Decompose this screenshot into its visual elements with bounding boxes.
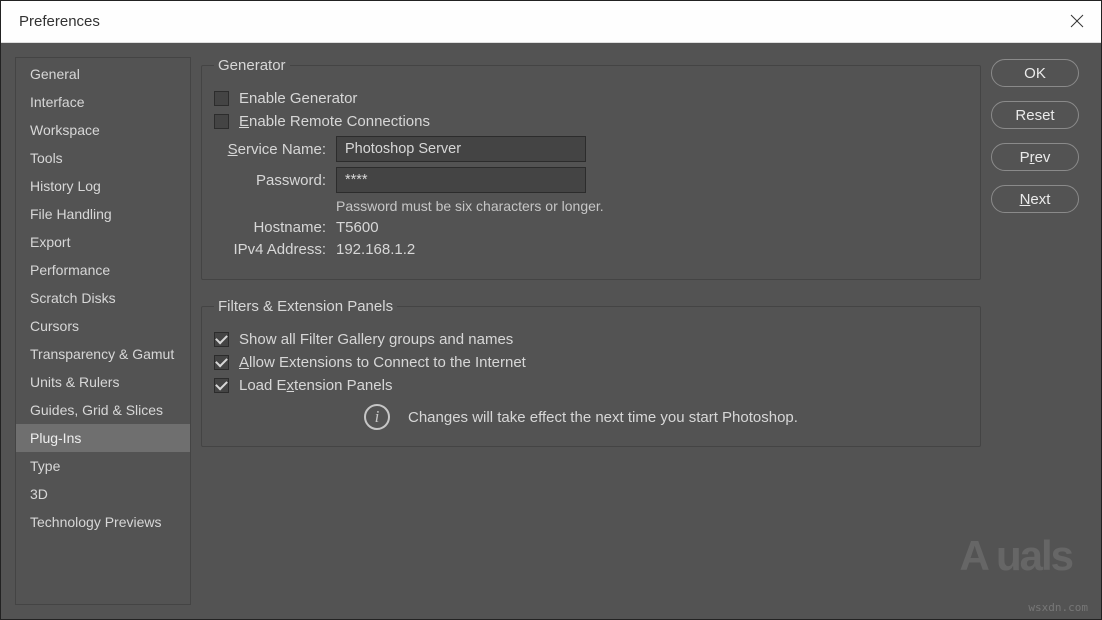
allow-extensions-label: Allow Extensions to Connect to the Inter… xyxy=(239,354,526,371)
sidebar-item-general[interactable]: General xyxy=(16,60,190,88)
sidebar-item-technology-previews[interactable]: Technology Previews xyxy=(16,508,190,536)
prev-button[interactable]: Prev xyxy=(991,143,1079,171)
watermark-text: wsxdn.com xyxy=(1028,601,1088,614)
ipv4-value: 192.168.1.2 xyxy=(336,241,415,258)
sidebar-item-performance[interactable]: Performance xyxy=(16,256,190,284)
password-input[interactable] xyxy=(336,167,586,193)
hostname-label: Hostname: xyxy=(214,219,326,236)
ipv4-label: IPv4 Address: xyxy=(214,241,326,258)
password-hint: Password must be six characters or longe… xyxy=(336,198,968,214)
allow-extensions-checkbox[interactable] xyxy=(214,355,229,370)
ok-button[interactable]: OK xyxy=(991,59,1079,87)
category-sidebar: General Interface Workspace Tools Histor… xyxy=(15,57,191,605)
sidebar-item-interface[interactable]: Interface xyxy=(16,88,190,116)
filters-group: Filters & Extension Panels Show all Filt… xyxy=(201,298,981,447)
sidebar-item-guides-grid-slices[interactable]: Guides, Grid & Slices xyxy=(16,396,190,424)
close-button[interactable] xyxy=(1067,11,1087,31)
sidebar-item-type[interactable]: Type xyxy=(16,452,190,480)
info-icon: i xyxy=(364,404,390,430)
load-extension-panels-label: Load Extension Panels xyxy=(239,377,392,394)
sidebar-item-file-handling[interactable]: File Handling xyxy=(16,200,190,228)
enable-remote-checkbox[interactable] xyxy=(214,114,229,129)
sidebar-item-transparency-gamut[interactable]: Transparency & Gamut xyxy=(16,340,190,368)
sidebar-item-workspace[interactable]: Workspace xyxy=(16,116,190,144)
window-title: Preferences xyxy=(19,13,100,30)
enable-generator-checkbox[interactable] xyxy=(214,91,229,106)
sidebar-item-units-rulers[interactable]: Units & Rulers xyxy=(16,368,190,396)
reset-button[interactable]: Reset xyxy=(991,101,1079,129)
sidebar-item-history-log[interactable]: History Log xyxy=(16,172,190,200)
sidebar-item-scratch-disks[interactable]: Scratch Disks xyxy=(16,284,190,312)
sidebar-item-plug-ins[interactable]: Plug-Ins xyxy=(16,424,190,452)
sidebar-item-tools[interactable]: Tools xyxy=(16,144,190,172)
service-name-input[interactable] xyxy=(336,136,586,162)
close-icon xyxy=(1070,14,1084,28)
next-button[interactable]: Next xyxy=(991,185,1079,213)
sidebar-item-export[interactable]: Export xyxy=(16,228,190,256)
show-all-filter-checkbox[interactable] xyxy=(214,332,229,347)
enable-generator-label: Enable Generator xyxy=(239,90,357,107)
sidebar-item-3d[interactable]: 3D xyxy=(16,480,190,508)
generator-group: Generator Enable Generator Enable Remote… xyxy=(201,57,981,280)
enable-remote-label: Enable Remote Connections xyxy=(239,113,430,130)
password-label: Password: xyxy=(214,172,326,189)
sidebar-item-cursors[interactable]: Cursors xyxy=(16,312,190,340)
dialog-buttons: OK Reset Prev Next xyxy=(991,57,1087,605)
load-extension-panels-checkbox[interactable] xyxy=(214,378,229,393)
show-all-filter-label: Show all Filter Gallery groups and names xyxy=(239,331,513,348)
titlebar: Preferences xyxy=(1,1,1101,43)
filters-legend: Filters & Extension Panels xyxy=(214,298,397,315)
service-name-label: Service Name: xyxy=(214,141,326,158)
generator-legend: Generator xyxy=(214,57,290,74)
restart-info-text: Changes will take effect the next time y… xyxy=(408,409,798,426)
main-panel: Generator Enable Generator Enable Remote… xyxy=(199,57,983,605)
hostname-value: T5600 xyxy=(336,219,379,236)
